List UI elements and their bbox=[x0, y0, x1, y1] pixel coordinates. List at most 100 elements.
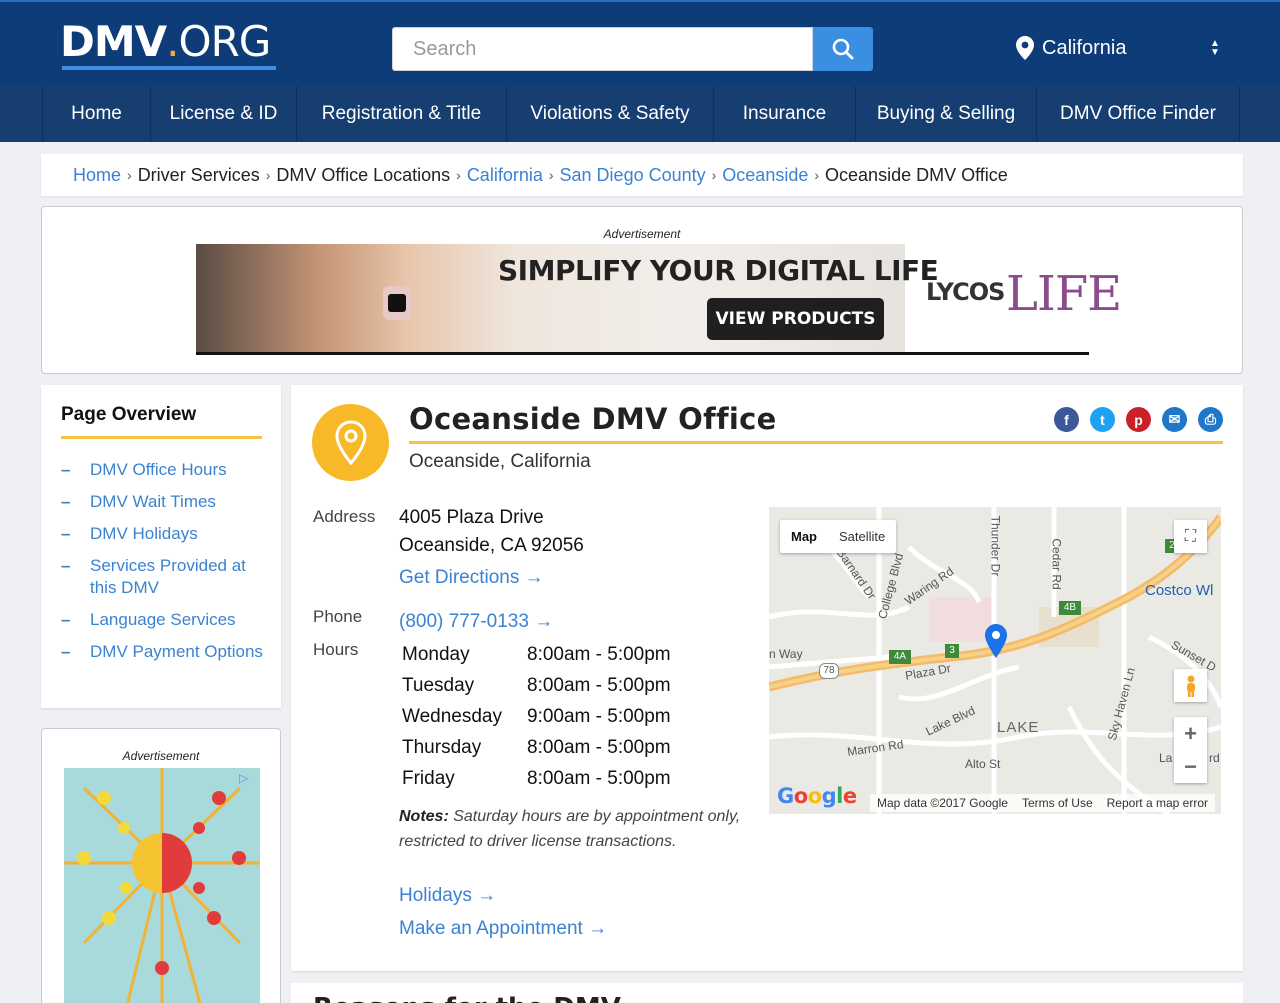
phone-link[interactable]: (800) 777-0133 → bbox=[399, 611, 553, 633]
breadcrumb-separator: › bbox=[127, 167, 132, 183]
ad-view-products-button[interactable]: VIEW PRODUCTS bbox=[707, 298, 884, 340]
page-title: Oceanside DMV Office bbox=[409, 402, 777, 436]
breadcrumb-home[interactable]: Home bbox=[73, 165, 121, 186]
smartwatch-face bbox=[388, 294, 406, 312]
dash-icon: – bbox=[61, 492, 71, 511]
site-header: DMV.ORG Search California ▲ ▼ bbox=[0, 0, 1280, 86]
search-input[interactable]: Search bbox=[392, 27, 813, 71]
address-line2: Oceanside, CA 92056 bbox=[399, 535, 584, 556]
nav-dmv-office-finder[interactable]: DMV Office Finder bbox=[1036, 86, 1240, 142]
page-overview: Page Overview – DMV Office Hours – DMV Wai… bbox=[41, 385, 281, 708]
state-selector[interactable]: California bbox=[1016, 32, 1126, 64]
map-footer: Map data ©2017 Google Terms of Use Repor… bbox=[870, 794, 1215, 812]
sort-arrows-icon[interactable]: ▲ ▼ bbox=[1210, 39, 1220, 58]
zoom-out-icon[interactable]: − bbox=[1174, 750, 1207, 783]
breadcrumb-san-diego-county[interactable]: San Diego County bbox=[560, 165, 706, 186]
fruit-sun-ad-image[interactable] bbox=[64, 768, 260, 1003]
overview-item-wait-times[interactable]: – DMV Wait Times bbox=[61, 491, 271, 513]
address-line1: 4005 Plaza Drive bbox=[399, 507, 544, 528]
exit-shield: 3 bbox=[945, 644, 959, 658]
page-overview-rule bbox=[61, 436, 262, 439]
fruit-illustration bbox=[64, 768, 260, 1003]
share-buttons: f t p ✉ ⎙ bbox=[1054, 407, 1223, 432]
map-marker-pin-icon[interactable] bbox=[984, 623, 1008, 664]
search-button[interactable] bbox=[813, 27, 873, 71]
nav-buying-selling[interactable]: Buying & Selling bbox=[855, 86, 1036, 142]
map-tab-map[interactable]: Map bbox=[780, 520, 828, 553]
map-tab-satellite[interactable]: Satellite bbox=[828, 520, 896, 553]
map-label: Cedar Rd bbox=[1049, 538, 1064, 590]
phone-label: Phone bbox=[313, 607, 363, 626]
breadcrumb-oceanside[interactable]: Oceanside bbox=[722, 165, 808, 186]
top-advertisement: Advertisement SIMPLIFY YOUR DIGITAL LIFE… bbox=[41, 206, 1243, 374]
breadcrumb-separator: › bbox=[711, 167, 717, 183]
map-report-error-link[interactable]: Report a map error bbox=[1100, 794, 1215, 812]
dash-icon: – bbox=[61, 460, 71, 479]
breadcrumb-separator: › bbox=[548, 167, 554, 183]
get-directions-link[interactable]: Get Directions → bbox=[399, 567, 544, 589]
zoom-in-icon[interactable]: + bbox=[1174, 717, 1207, 750]
breadcrumb-separator: › bbox=[265, 167, 271, 183]
breadcrumb-separator: › bbox=[814, 167, 820, 183]
map-label: rd bbox=[1209, 751, 1220, 765]
breadcrumb-california[interactable]: California bbox=[467, 165, 543, 186]
page-overview-title: Page Overview bbox=[61, 404, 197, 425]
breadcrumb-driver-services: Driver Services bbox=[137, 164, 260, 185]
nav-violations-safety[interactable]: Violations & Safety bbox=[506, 86, 713, 142]
overview-item-holidays[interactable]: – DMV Holidays bbox=[61, 523, 271, 545]
map-type-toggle: Map Satellite bbox=[780, 520, 897, 553]
exit-shield: 4A bbox=[889, 650, 911, 664]
overview-item-services[interactable]: – Services Provided at this DMV bbox=[61, 555, 271, 599]
breadcrumb-separator: › bbox=[456, 167, 461, 183]
title-underline bbox=[409, 441, 1223, 444]
logo-underline bbox=[62, 66, 276, 70]
make-appointment-link[interactable]: Make an Appointment → bbox=[399, 918, 607, 940]
nav-registration-title[interactable]: Registration & Title bbox=[296, 86, 506, 142]
hours-row: Friday 8:00am - 5:00pm bbox=[402, 767, 671, 789]
next-section-title: Reasons for the DMV bbox=[313, 993, 621, 1003]
page-subtitle: Oceanside, California bbox=[409, 451, 591, 472]
map-marker-icon bbox=[334, 419, 367, 465]
map-label: Thunder Dr bbox=[988, 515, 1003, 577]
facebook-icon[interactable]: f bbox=[1054, 407, 1079, 432]
highway-shield: 78 bbox=[819, 663, 839, 679]
ad-label: Advertisement bbox=[122, 749, 200, 763]
ad-brand-logo: LYCOS bbox=[926, 278, 1005, 306]
breadcrumb-current: Oceanside DMV Office bbox=[825, 164, 1008, 185]
dmv-logo[interactable]: DMV.ORG bbox=[60, 20, 271, 64]
nav-insurance[interactable]: Insurance bbox=[713, 86, 855, 142]
ad-label: Advertisement bbox=[603, 227, 681, 241]
dash-icon: – bbox=[61, 642, 71, 661]
overview-item-payment-options[interactable]: – DMV Payment Options bbox=[61, 641, 271, 663]
map-label: LAKE bbox=[997, 719, 1040, 736]
hours-row: Tuesday 8:00am - 5:00pm bbox=[402, 675, 671, 697]
twitter-icon[interactable]: t bbox=[1090, 407, 1115, 432]
hours-row: Thursday 8:00am - 5:00pm bbox=[402, 736, 671, 758]
dash-icon: – bbox=[61, 556, 71, 575]
holidays-link[interactable]: Holidays → bbox=[399, 885, 496, 907]
search-icon bbox=[832, 38, 854, 60]
zoom-controls: + − bbox=[1174, 717, 1207, 783]
dash-icon: – bbox=[61, 610, 71, 629]
dash-icon: – bbox=[61, 524, 71, 543]
fullscreen-icon[interactable]: ⛶ bbox=[1174, 520, 1207, 553]
street-view-pegman-icon[interactable] bbox=[1174, 669, 1207, 702]
exit-shield: 4B bbox=[1059, 601, 1081, 615]
nav-home[interactable]: Home bbox=[42, 86, 150, 142]
google-map[interactable]: Plaza Dr Lake Blvd LAKE Alto St Marron R… bbox=[769, 507, 1221, 814]
email-icon[interactable]: ✉ bbox=[1162, 407, 1187, 432]
overview-item-language-services[interactable]: – Language Services bbox=[61, 609, 271, 631]
ad-banner[interactable]: SIMPLIFY YOUR DIGITAL LIFE VIEW PRODUCTS… bbox=[196, 244, 1122, 355]
pinterest-icon[interactable]: p bbox=[1126, 407, 1151, 432]
map-label: La bbox=[1159, 751, 1173, 765]
location-badge bbox=[312, 404, 389, 481]
nav-license-id[interactable]: License & ID bbox=[150, 86, 296, 142]
map-label: Costco Wl bbox=[1145, 582, 1214, 599]
map-terms-link[interactable]: Terms of Use bbox=[1015, 794, 1100, 812]
main-nav: Home License & ID Registration & Title V… bbox=[0, 86, 1280, 142]
map-label: n Way bbox=[769, 647, 803, 661]
overview-item-office-hours[interactable]: – DMV Office Hours bbox=[61, 459, 271, 481]
adchoices-icon[interactable]: ▷ bbox=[239, 771, 257, 787]
print-icon[interactable]: ⎙ bbox=[1198, 407, 1223, 432]
office-detail-card: Oceanside DMV Office Oceanside, Californ… bbox=[291, 385, 1243, 971]
